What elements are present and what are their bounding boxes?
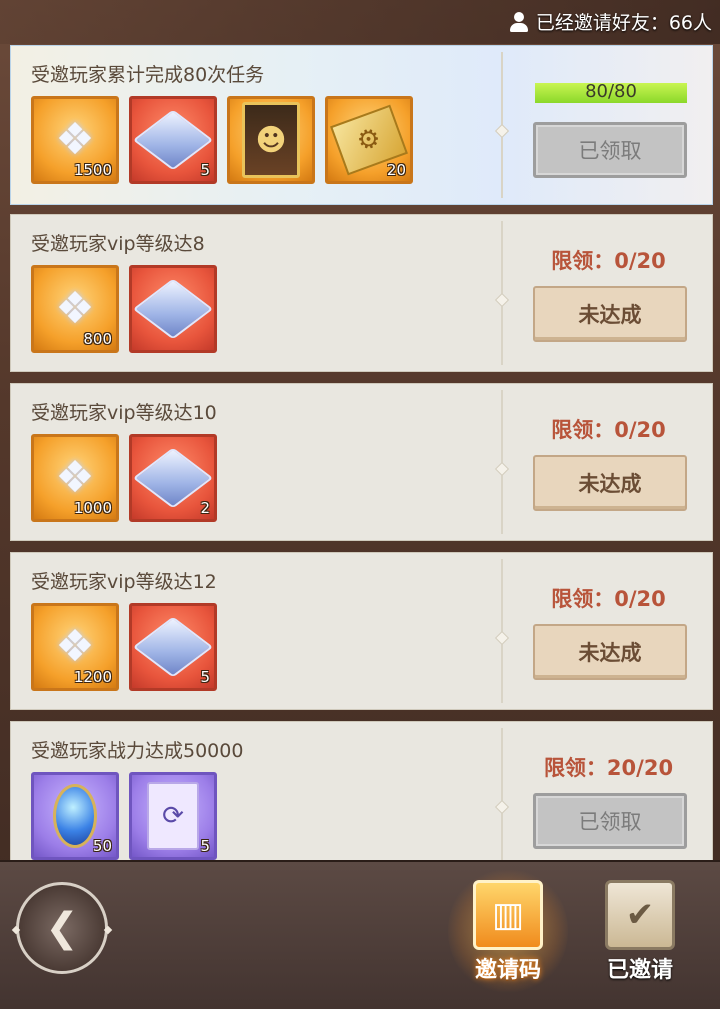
claimed-button[interactable]: 已领取 — [533, 122, 687, 178]
diamond-icon: ❖ — [55, 452, 95, 503]
hero-card-icon: ☻ — [242, 102, 300, 178]
reward-item[interactable]: ☻ — [227, 96, 315, 184]
task-status-area: 限领：0/20 未达成 — [503, 553, 713, 709]
task-status-area: 限领：20/20 已领取 — [503, 722, 713, 860]
reward-list: ❖ 800 — [31, 265, 217, 353]
reward-item[interactable]: ❖ 800 — [31, 265, 119, 353]
task-list[interactable]: 受邀玩家累计完成80次任务 ❖ 1500 5 ☻ ⚙ 20 80/80 已领取 … — [10, 45, 713, 860]
invited-check-icon: ✔ — [605, 880, 675, 950]
reward-item[interactable]: 2 — [129, 434, 217, 522]
back-button[interactable]: ❮ — [16, 882, 108, 974]
reward-count: 50 — [92, 837, 112, 855]
reward-count: 1500 — [73, 161, 112, 179]
claim-limit: 限领：20/20 — [543, 756, 674, 780]
not-achieved-button[interactable]: 未达成 — [533, 624, 687, 680]
task-card: 受邀玩家vip等级达8 ❖ 800 限领：0/20 未达成 — [10, 214, 713, 372]
task-card: 受邀玩家累计完成80次任务 ❖ 1500 5 ☻ ⚙ 20 80/80 已领取 — [10, 45, 713, 205]
tab-label: 邀请码 — [474, 958, 541, 983]
user-icon — [508, 11, 530, 33]
task-status-area: 限领：0/20 未达成 — [503, 215, 713, 371]
not-achieved-button[interactable]: 未达成 — [533, 286, 687, 342]
reward-count: 5 — [200, 161, 210, 179]
task-title: 受邀玩家vip等级达8 — [31, 233, 205, 255]
reward-list: 50 ⟳ 5 — [31, 772, 217, 860]
top-bar: 已经邀请好友：66人 — [0, 0, 720, 44]
diamond-icon: ❖ — [55, 114, 95, 165]
reward-count: 2 — [200, 499, 210, 517]
reward-count: 1200 — [73, 668, 112, 686]
reward-item[interactable] — [129, 265, 217, 353]
reward-item[interactable]: ❖ 1200 — [31, 603, 119, 691]
tab-label: 已邀请 — [606, 958, 673, 983]
invited-count-text: 已经邀请好友：66人 — [535, 12, 712, 34]
task-title: 受邀玩家vip等级达12 — [31, 571, 217, 593]
reward-count: 800 — [83, 330, 112, 348]
reward-count: 5 — [200, 668, 210, 686]
reward-count: 1000 — [73, 499, 112, 517]
reward-item[interactable]: ⟳ 5 — [129, 772, 217, 860]
claim-limit: 限领：0/20 — [551, 249, 666, 273]
reward-item[interactable]: ⚙ 20 — [325, 96, 413, 184]
reward-item[interactable]: 5 — [129, 603, 217, 691]
blue-crystal-icon — [53, 784, 97, 848]
task-status-area: 限领：0/20 未达成 — [503, 384, 713, 540]
crystal-cube-icon — [132, 278, 214, 340]
scroll-card-icon: ⟳ — [147, 782, 199, 850]
claim-limit: 限领：0/20 — [551, 587, 666, 611]
diamond-icon: ❖ — [55, 283, 95, 334]
progress-text: 80/80 — [585, 81, 637, 102]
reward-item[interactable]: ❖ 1500 — [31, 96, 119, 184]
back-arrow-icon: ❮ — [45, 905, 79, 951]
claimed-button[interactable]: 已领取 — [533, 793, 687, 849]
reward-item[interactable]: ❖ 1000 — [31, 434, 119, 522]
reward-count: 20 — [386, 161, 406, 179]
task-card: 受邀玩家vip等级达12 ❖ 1200 5 限领：0/20 未达成 — [10, 552, 713, 710]
reward-item[interactable]: 5 — [129, 96, 217, 184]
task-status-area: 80/80 已领取 — [503, 46, 713, 204]
invited-count: 已经邀请好友：66人 — [508, 8, 712, 35]
task-title: 受邀玩家战力达成50000 — [31, 740, 244, 762]
not-achieved-button[interactable]: 未达成 — [533, 455, 687, 511]
task-title: 受邀玩家vip等级达10 — [31, 402, 217, 424]
task-card: 受邀玩家vip等级达10 ❖ 1000 2 限领：0/20 未达成 — [10, 383, 713, 541]
tab-invite-code[interactable]: ▥ 邀请码 — [448, 866, 568, 996]
task-title: 受邀玩家累计完成80次任务 — [31, 64, 265, 86]
tab-invited[interactable]: ✔ 已邀请 — [590, 874, 690, 992]
task-card: 受邀玩家战力达成50000 50 ⟳ 5 限领：20/20 已领取 — [10, 721, 713, 860]
task-progress-bar: 80/80 — [535, 81, 687, 103]
diamond-icon: ❖ — [55, 621, 95, 672]
reward-list: ❖ 1000 2 — [31, 434, 217, 522]
reward-list: ❖ 1500 5 ☻ ⚙ 20 — [31, 96, 413, 184]
reward-item[interactable]: 50 — [31, 772, 119, 860]
reward-count: 5 — [200, 837, 210, 855]
invite-code-icon: ▥ — [473, 880, 543, 950]
reward-list: ❖ 1200 5 — [31, 603, 217, 691]
bottom-bar: ❮ ▥ 邀请码 ✔ 已邀请 — [0, 860, 720, 1009]
claim-limit: 限领：0/20 — [551, 418, 666, 442]
